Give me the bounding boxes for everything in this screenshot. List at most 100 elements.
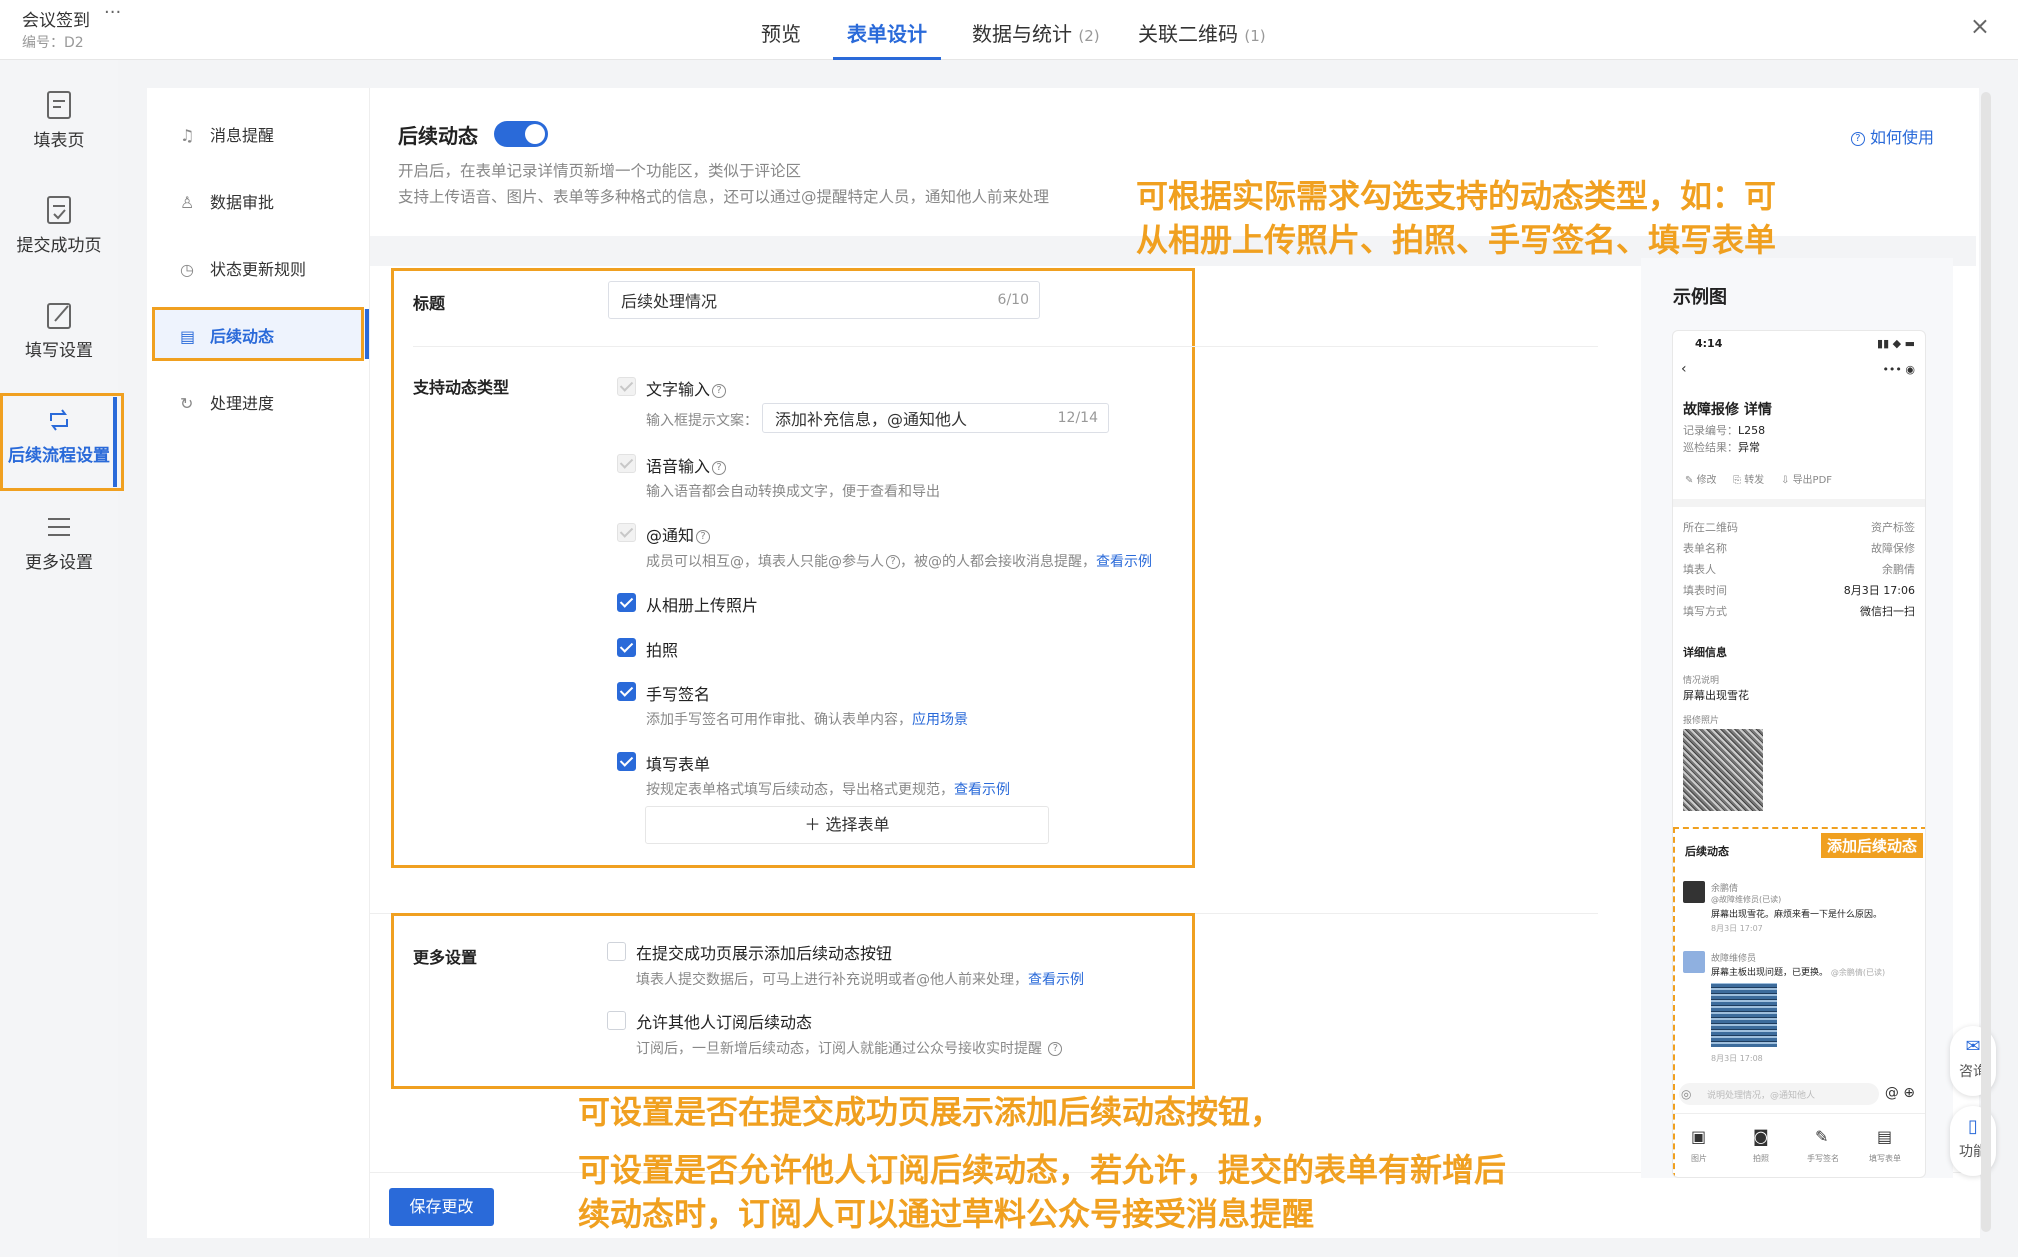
subnav-item-followup[interactable]: ▤ 后续动态: [180, 323, 274, 347]
back-icon: ‹: [1681, 361, 1687, 377]
subnav-item-approval[interactable]: ♙ 数据审批: [180, 189, 274, 213]
phone-action-pdf: ⇩ 导出PDF: [1781, 475, 1833, 486]
tool-label: 填写表单: [1869, 1154, 1901, 1163]
sign-option[interactable]: 手写签名: [646, 681, 710, 705]
progress-icon: ↻: [180, 394, 194, 413]
avatar: [1683, 951, 1705, 973]
voice-hint: 输入语音都会自动转换成文字，便于查看和导出: [646, 484, 940, 500]
sign-checkbox[interactable]: [617, 682, 636, 701]
question-icon: ?: [1048, 1042, 1063, 1056]
field-key: 填表时间: [1683, 584, 1727, 597]
more-menu-icon[interactable]: ···: [104, 2, 121, 23]
tool-label: 图片: [1691, 1154, 1707, 1163]
phone-rec-no: 记录编号：L258: [1683, 424, 1766, 437]
section-desc-1: 开启后，在表单记录详情页新增一个功能区，类似于评论区: [398, 162, 802, 180]
tool-label: 手写签名: [1807, 1154, 1839, 1163]
rail-item-form-page[interactable]: 填表页: [0, 90, 118, 151]
notify-option: @通知?: [646, 522, 711, 546]
opt1-checkbox[interactable]: [607, 942, 626, 961]
followup-heading: 后续动态: [1685, 845, 1729, 858]
subnav-item-progress[interactable]: ↻ 处理进度: [180, 390, 274, 414]
avatar: [1683, 881, 1705, 903]
notify-checkbox: [617, 523, 636, 542]
question-icon: ?: [696, 529, 711, 544]
fillform-option[interactable]: 填写表单: [646, 751, 710, 775]
top-bar: 会议签到 ··· 编号：D2 预览 表单设计 数据与统计 (2) 关联二维码 (…: [0, 0, 2018, 60]
status-icons: ▮▮ ◆ ▬: [1877, 337, 1915, 350]
prompt-label: 输入框提示文案：: [646, 413, 758, 429]
photo-option[interactable]: 拍照: [646, 637, 678, 661]
menu-icon: [48, 518, 70, 536]
opt2-checkbox[interactable]: [607, 1011, 626, 1030]
notify-example-link[interactable]: 查看示例: [1096, 554, 1152, 570]
fillform-checkbox[interactable]: [617, 752, 636, 771]
field-key: 填写方式: [1683, 605, 1727, 618]
photo-checkbox[interactable]: [617, 638, 636, 657]
comment-time: 8月3日 17:07: [1711, 924, 1763, 933]
field-value: 余鹏倩: [1882, 563, 1915, 576]
enable-toggle[interactable]: [494, 121, 548, 147]
subnav-active-indicator: [365, 309, 369, 359]
question-icon: ?: [712, 383, 727, 398]
image-icon: ▣: [1691, 1127, 1707, 1146]
opt2-option[interactable]: 允许其他人订阅后续动态: [636, 1009, 812, 1033]
field-key: 填表人: [1683, 563, 1716, 576]
phone-divider: [1673, 499, 1925, 507]
help-link[interactable]: ? 如何使用: [1849, 124, 1934, 148]
more-label: 更多设置: [413, 948, 478, 967]
rail-item-followup-flow[interactable]: 后续流程设置: [0, 405, 118, 466]
scrollbar[interactable]: [1981, 92, 1991, 1232]
rail-item-success-page[interactable]: 提交成功页: [0, 195, 118, 256]
field-key: 所在二维码: [1683, 521, 1738, 534]
fillform-hint: 按规定表单格式填写后续动态，导出格式更规范，查看示例: [646, 782, 1010, 798]
comment-author: 余鹏倩: [1711, 884, 1739, 894]
close-icon[interactable]: ×: [1970, 12, 1990, 40]
comment-input-placeholder: 说明处理情况，@通知他人: [1707, 1091, 1816, 1101]
fillform-example-link[interactable]: 查看示例: [954, 782, 1010, 798]
rail-item-fill-settings[interactable]: 填写设置: [0, 300, 118, 361]
comment-time: 8月3日 17:08: [1711, 1054, 1763, 1063]
report-photo: [1683, 729, 1763, 811]
rail-item-more-settings[interactable]: 更多设置: [0, 512, 118, 573]
field-value: 8月3日 17:06: [1843, 584, 1915, 597]
title-input[interactable]: 后续处理情况 6/10: [608, 281, 1040, 319]
phone-action-forward: ⎘ 转发: [1733, 475, 1765, 486]
camera-icon: ◙: [1753, 1127, 1769, 1146]
select-form-button[interactable]: ＋ 选择表单: [645, 806, 1049, 844]
comment-text: 屏幕主板出现问题，已更换。 @余鹏倩(已读): [1711, 968, 1886, 978]
detail-heading: 详细信息: [1683, 646, 1727, 659]
form-icon: [47, 91, 71, 119]
tab-form-design[interactable]: 表单设计: [833, 18, 941, 60]
phone-action-edit: ✎ 修改: [1685, 475, 1717, 486]
album-checkbox[interactable]: [617, 593, 636, 612]
situation-value: 屏幕出现雪花: [1683, 689, 1749, 702]
edit-icon: [47, 303, 71, 329]
annotation-note-1: 可根据实际需求勾选支持的动态类型，如：可 从相册上传照片、拍照、手写签名、填写表单: [1136, 177, 1777, 259]
tab-preview[interactable]: 预览: [761, 18, 801, 60]
refresh-icon: [50, 409, 68, 431]
question-icon: ?: [1850, 131, 1865, 146]
bell-icon: ♫: [180, 126, 195, 145]
phone-result: 巡检结果：异常: [1683, 441, 1760, 454]
photo-label: 报修照片: [1683, 716, 1720, 726]
sign-scenario-link[interactable]: 应用场景: [912, 712, 968, 728]
question-icon: ?: [712, 460, 727, 475]
save-button[interactable]: 保存更改: [389, 1188, 494, 1226]
opt1-option[interactable]: 在提交成功页展示添加后续动态按钮: [636, 940, 892, 964]
notify-hint: 成员可以相互@，填表人只能@参与人? ，被@的人都会接收消息提醒，查看示例: [646, 554, 1152, 570]
prompt-input[interactable]: 添加补充信息，@通知他人 12/14: [762, 403, 1109, 433]
title-label: 标题: [413, 294, 446, 313]
tab-linked-qrcode[interactable]: 关联二维码 (1): [1138, 18, 1266, 60]
opt1-example-link[interactable]: 查看示例: [1028, 972, 1084, 988]
example-title: 示例图: [1673, 287, 1727, 308]
tab-data-stats[interactable]: 数据与统计 (2): [972, 18, 1100, 60]
text-input-option: 文字输入?: [646, 376, 727, 400]
field-value: 微信扫一扫: [1860, 605, 1915, 618]
album-option[interactable]: 从相册上传照片: [646, 592, 758, 616]
comment-mention: @故障维修员(已读): [1711, 895, 1782, 904]
opt1-hint: 填表人提交数据后，可马上进行补充说明或者@他人前来处理，查看示例: [636, 972, 1084, 988]
phone-time: 4:14: [1695, 337, 1723, 350]
subnav-item-reminder[interactable]: ♫ 消息提醒: [180, 122, 274, 146]
question-icon: ?: [886, 555, 900, 569]
subnav-item-status-rules[interactable]: ◷ 状态更新规则: [180, 256, 306, 280]
